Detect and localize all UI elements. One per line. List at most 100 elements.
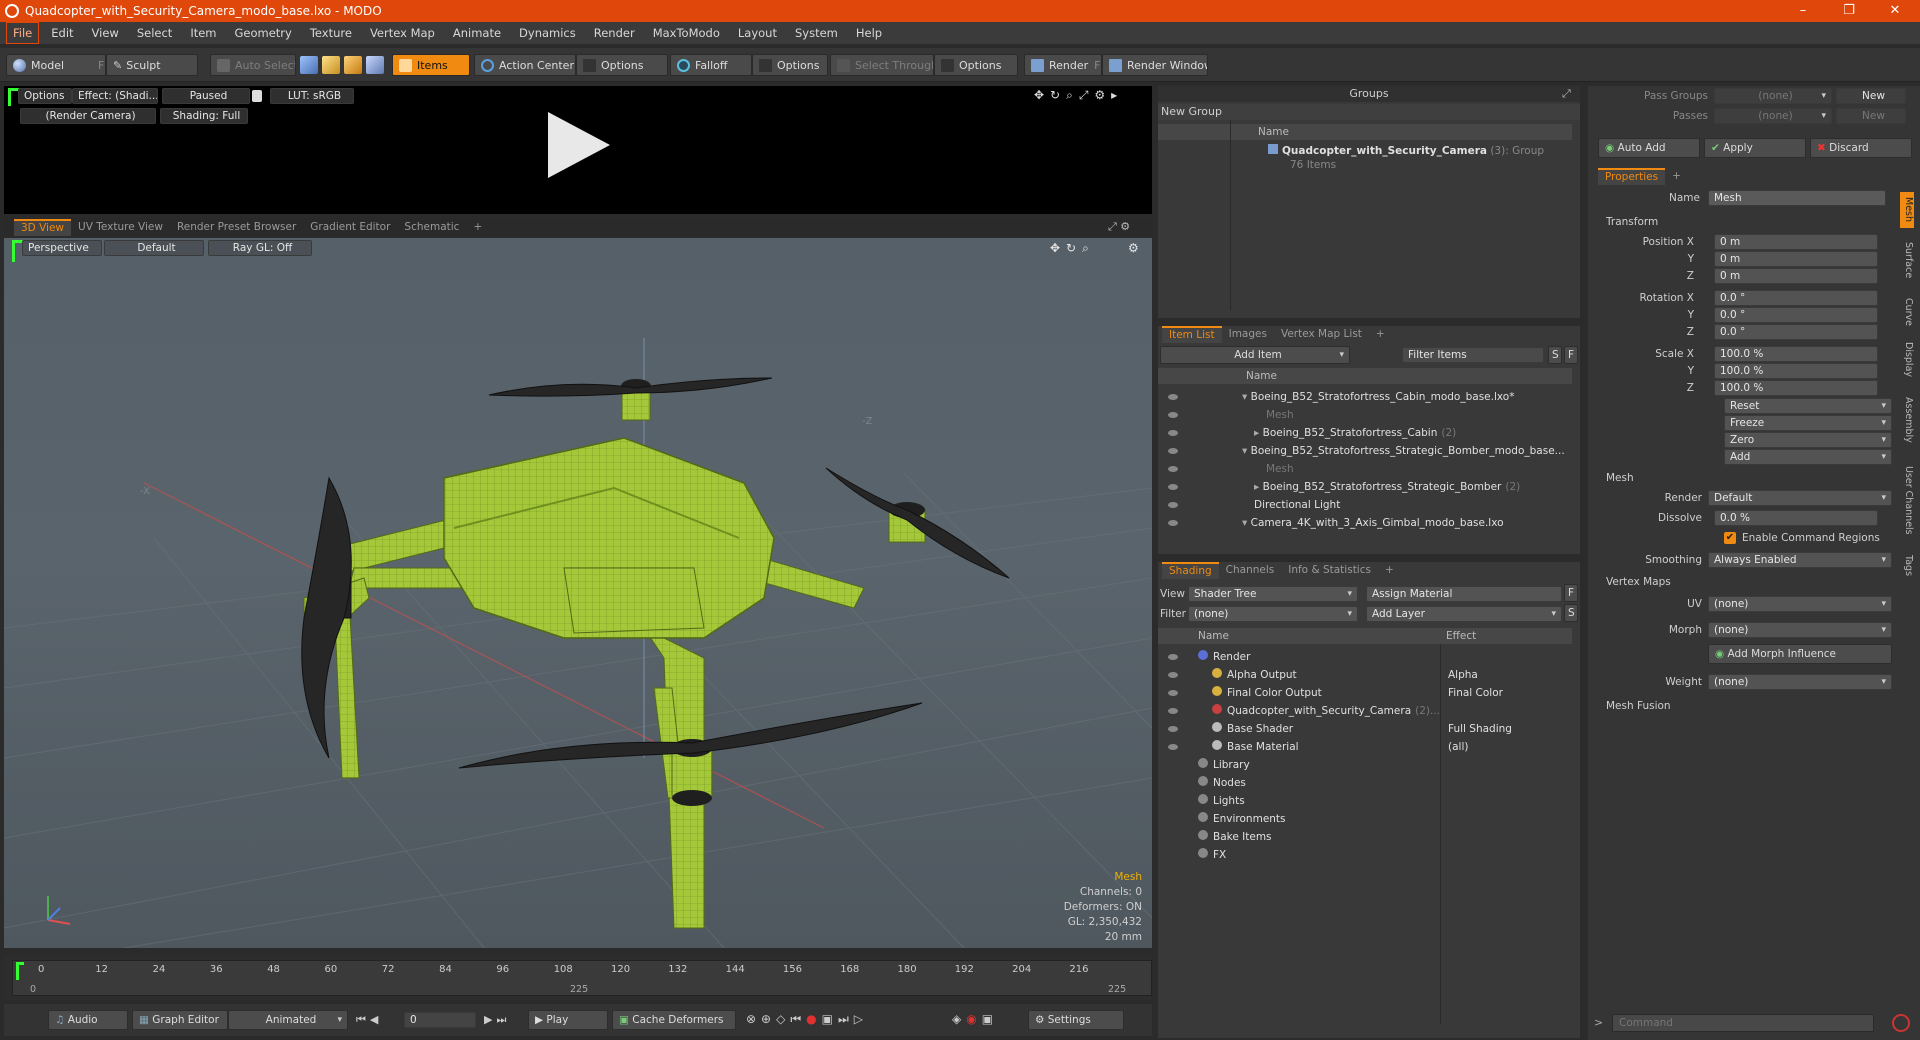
maximize-button[interactable]: ❐ (1826, 0, 1872, 22)
audio-button[interactable]: ♫ Audio (48, 1010, 128, 1030)
tab-gradient-editor[interactable]: Gradient Editor (303, 219, 397, 236)
visibility-eye-icon[interactable] (1168, 726, 1178, 732)
shader-tree-row[interactable]: Bake Items (1198, 828, 1272, 846)
item-list-row[interactable]: Directional Light (1254, 496, 1340, 514)
expand-arrow-icon[interactable]: ▾ (1242, 445, 1251, 457)
menu-item[interactable]: Item (181, 23, 225, 43)
add-layer-dropdown[interactable]: Add Layer (1366, 606, 1562, 622)
expand-arrow-icon[interactable]: ▸ (1254, 481, 1263, 493)
position-x-field[interactable]: 0 m (1714, 234, 1878, 250)
visibility-eye-icon[interactable] (1168, 690, 1178, 696)
weight-dropdown[interactable]: (none) (1708, 674, 1892, 690)
uv-dropdown[interactable]: (none) (1708, 596, 1892, 612)
action-center-options-button[interactable]: Options (576, 54, 668, 76)
item-list-row[interactable]: ▸ Boeing_B52_Stratofortress_Strategic_Bo… (1254, 478, 1520, 496)
tab-channels[interactable]: Channels (1219, 562, 1282, 579)
menu-animate[interactable]: Animate (444, 23, 510, 43)
menu-dynamics[interactable]: Dynamics (510, 23, 585, 43)
vtab-tags[interactable]: Tags (1900, 550, 1914, 582)
dissolve-field[interactable]: 0.0 % (1714, 510, 1878, 526)
morph-dropdown[interactable]: (none) (1708, 622, 1892, 638)
visibility-eye-icon[interactable] (1168, 484, 1178, 490)
graph-editor-button[interactable]: ▦ Graph Editor (132, 1010, 228, 1030)
shading-s-button[interactable]: S (1564, 604, 1578, 622)
vtab-mesh[interactable]: Mesh (1900, 192, 1914, 228)
add-morph-influence-button[interactable]: ◉ Add Morph Influence (1708, 644, 1892, 664)
lock-icon[interactable] (252, 90, 262, 102)
shader-tree-row[interactable]: Base Shader (1212, 720, 1293, 738)
preview-effect-dropdown[interactable]: Effect: (Shadi... (72, 88, 158, 104)
vtab-surface[interactable]: Surface (1900, 234, 1914, 286)
tab-item-list[interactable]: Item List (1162, 326, 1222, 343)
preview-paused-toggle[interactable]: Paused (162, 88, 250, 104)
expand-arrow-icon[interactable]: ▸ (1254, 427, 1263, 439)
polygons-mode-icon[interactable] (344, 56, 362, 74)
preview-view-controls-icon[interactable]: ✥↻⌕⤢⚙▸ (1034, 88, 1146, 102)
smoothing-dropdown[interactable]: Always Enabled (1708, 552, 1892, 568)
tab-vertex-map-list[interactable]: Vertex Map List (1274, 326, 1369, 343)
position-y-field[interactable]: 0 m (1714, 251, 1878, 267)
command-stop-icon[interactable] (1892, 1014, 1910, 1032)
scale-z-field[interactable]: 100.0 % (1714, 380, 1878, 396)
discard-button[interactable]: ✖ Discard (1810, 138, 1912, 158)
select-through-button[interactable]: Select Through (830, 54, 934, 76)
tab-render-preset-browser[interactable]: Render Preset Browser (170, 219, 303, 236)
filter-dropdown[interactable]: (none) (1188, 606, 1358, 622)
visibility-eye-icon[interactable] (1168, 430, 1178, 436)
item-list-row[interactable]: ▾ Boeing_B52_Stratofortress_Cabin_modo_b… (1242, 388, 1514, 406)
rotation-y-field[interactable]: 0.0 ° (1714, 307, 1878, 323)
timeline[interactable]: 0 12 24 36 48 60 72 84 96 108 120 132 144 156 168 180 19… (4, 956, 1152, 1000)
shader-tree-row[interactable]: Nodes (1198, 774, 1246, 792)
render-dropdown[interactable]: Default (1708, 490, 1892, 506)
visibility-eye-icon[interactable] (1168, 654, 1178, 660)
menu-render[interactable]: Render (585, 23, 644, 43)
vertices-mode-icon[interactable] (300, 56, 318, 74)
position-z-field[interactable]: 0 m (1714, 268, 1878, 284)
vtab-display[interactable]: Display (1900, 336, 1914, 384)
preview-options-button[interactable]: Options (18, 88, 72, 104)
shader-effect-dropdown[interactable]: (all) (1448, 738, 1468, 756)
cache-deformers-button[interactable]: ▣ Cache Deformers (612, 1010, 736, 1030)
tab-uv-texture-view[interactable]: UV Texture View (71, 219, 170, 236)
falloff-options-button[interactable]: Options (752, 54, 828, 76)
menu-help[interactable]: Help (847, 23, 891, 43)
enable-command-regions-checkbox[interactable]: ✔ (1724, 532, 1736, 544)
shader-tree-row[interactable]: Library (1198, 756, 1250, 774)
visibility-eye-icon[interactable] (1168, 672, 1178, 678)
menu-vertex-map[interactable]: Vertex Map (361, 23, 444, 43)
expand-arrow-icon[interactable]: ▾ (1242, 391, 1251, 403)
shader-tree-row[interactable]: Final Color Output (1212, 684, 1322, 702)
play-button[interactable]: ▶ Play (528, 1010, 608, 1030)
menu-maxtomodo[interactable]: MaxToModo (644, 23, 729, 43)
apply-button[interactable]: ✔ Apply (1704, 138, 1806, 158)
items-mode-button[interactable]: Items (392, 54, 470, 76)
select-options-button[interactable]: Options (934, 54, 1018, 76)
shader-tree-row[interactable]: Render (1198, 648, 1250, 666)
3d-viewport[interactable]: Perspective Default Ray GL: Off ✥↻⌕ ⚙ -X… (4, 238, 1152, 948)
tab-properties[interactable]: Properties (1598, 168, 1666, 185)
add-tab-icon[interactable]: + (1378, 562, 1401, 579)
view-dropdown[interactable]: Shader Tree (1188, 586, 1358, 602)
visibility-eye-icon[interactable] (1168, 466, 1178, 472)
menu-texture[interactable]: Texture (301, 23, 361, 43)
play-preview-icon[interactable] (544, 110, 614, 180)
auto-select-button[interactable]: Auto Select (210, 54, 296, 76)
preview-camera-dropdown[interactable]: (Render Camera) (20, 108, 156, 124)
add-tab-icon[interactable]: + (1665, 168, 1688, 185)
vtab-curve[interactable]: Curve (1900, 292, 1914, 332)
assign-material-button[interactable]: Assign Material (1366, 586, 1562, 602)
scale-x-field[interactable]: 100.0 % (1714, 346, 1878, 362)
add-tab-icon[interactable]: + (466, 219, 489, 236)
menu-select[interactable]: Select (128, 23, 181, 43)
add-dropdown[interactable]: Add (1724, 449, 1892, 465)
quadcopter-mesh[interactable] (4, 238, 1152, 948)
visibility-eye-icon[interactable] (1168, 412, 1178, 418)
menu-view[interactable]: View (83, 23, 128, 43)
shader-effect-dropdown[interactable]: Final Color (1448, 684, 1503, 702)
jump-start-prev-key-icons[interactable]: ⏮◀ (356, 1013, 382, 1027)
pass-groups-dropdown[interactable]: (none) (1714, 88, 1832, 104)
render-button[interactable]: Render F9 (1024, 54, 1102, 76)
model-mode-button[interactable]: Model F2 (6, 54, 106, 76)
menu-geometry[interactable]: Geometry (226, 23, 301, 43)
tab-images[interactable]: Images (1222, 326, 1274, 343)
